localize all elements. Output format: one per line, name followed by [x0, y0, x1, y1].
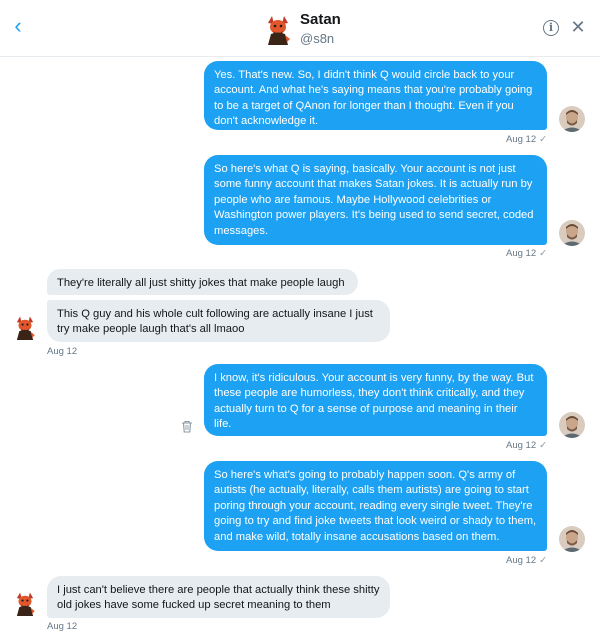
message-text: I know, it's ridiculous. Your account is… — [214, 372, 534, 431]
message-text: Yes. That's new. So, I didn't think Q wo… — [214, 69, 533, 128]
trash-icon[interactable] — [181, 420, 193, 433]
info-icon[interactable]: i — [543, 20, 559, 36]
outgoing-message[interactable]: So here's what Q is saying, basically. Y… — [204, 155, 547, 245]
close-icon[interactable]: ✕ — [570, 16, 586, 38]
message-text: So here's what Q is saying, basically. Y… — [214, 163, 534, 237]
message-text: I just can't believe there are people th… — [57, 584, 380, 612]
outgoing-message[interactable]: I know, it's ridiculous. Your account is… — [204, 364, 547, 436]
contact-handle: @s8n — [300, 31, 335, 46]
chevron-left-icon: ‹ — [14, 13, 22, 38]
checkmark-icon: ✓ — [539, 134, 548, 145]
outgoing-message[interactable]: So here's what's going to probably happe… — [204, 461, 547, 551]
satan-avatar[interactable] — [12, 590, 38, 616]
message-timestamp: Aug 12 — [47, 346, 78, 357]
message-timestamp: Aug 12 ✓ — [506, 248, 548, 259]
back-button[interactable]: ‹ — [8, 14, 28, 38]
user-avatar[interactable] — [559, 526, 585, 552]
outgoing-message[interactable]: Yes. That's new. So, I didn't think Q wo… — [204, 61, 547, 130]
incoming-message[interactable]: I just can't believe there are people th… — [47, 576, 390, 618]
message-text: So here's what's going to probably happe… — [214, 469, 537, 543]
contact-name[interactable]: Satan — [300, 11, 341, 28]
incoming-message[interactable]: They're literally all just shitty jokes … — [47, 269, 358, 295]
checkmark-icon: ✓ — [539, 440, 548, 451]
message-timestamp: Aug 12 — [47, 621, 78, 632]
message-timestamp: Aug 12 ✓ — [506, 555, 548, 566]
message-text: This Q guy and his whole cult following … — [57, 308, 373, 336]
user-avatar[interactable] — [559, 412, 585, 438]
satan-avatar[interactable] — [262, 13, 294, 45]
conversation-header: ‹ Satan @s8n i ✕ — [0, 0, 600, 57]
checkmark-icon: ✓ — [539, 248, 548, 259]
user-avatar[interactable] — [559, 106, 585, 132]
checkmark-icon: ✓ — [539, 555, 548, 566]
user-avatar[interactable] — [559, 220, 585, 246]
message-text: They're literally all just shitty jokes … — [57, 277, 345, 289]
message-timestamp: Aug 12 ✓ — [506, 440, 548, 451]
incoming-message[interactable]: This Q guy and his whole cult following … — [47, 300, 390, 342]
satan-avatar[interactable] — [12, 314, 38, 340]
message-timestamp: Aug 12 ✓ — [506, 134, 548, 145]
